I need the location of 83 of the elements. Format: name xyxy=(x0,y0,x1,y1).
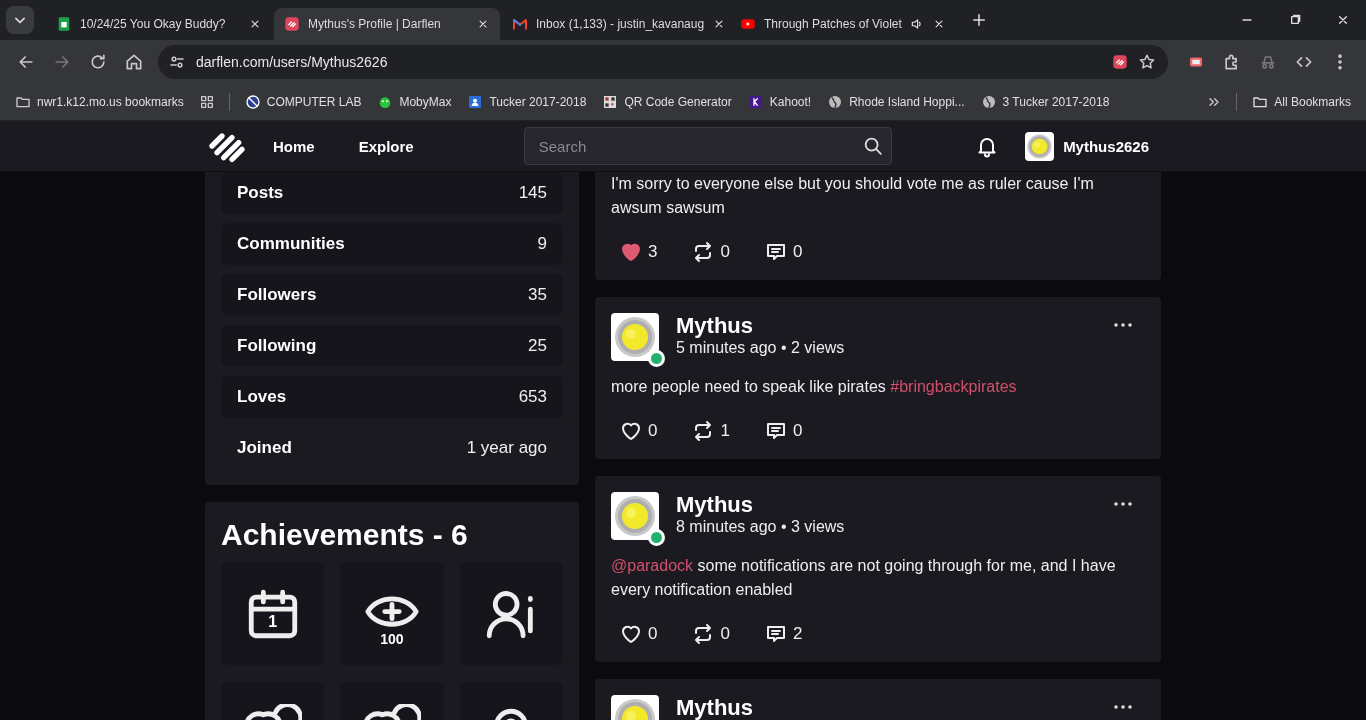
url-text: darflen.com/users/Mythus2626 xyxy=(196,54,388,70)
stat-value: 1 year ago xyxy=(466,438,547,458)
star-icon[interactable] xyxy=(1138,53,1156,71)
author-name[interactable]: Mythus xyxy=(676,313,845,339)
bookmark[interactable]: Tucker 2017-2018 xyxy=(460,90,594,114)
stat-row[interactable]: Followers 35 xyxy=(221,274,563,316)
folder-icon xyxy=(15,94,31,110)
bookmark[interactable]: Kahoot! xyxy=(740,90,819,114)
browser-tab[interactable]: Mythus's Profile | Darflen xyxy=(274,8,500,40)
bookmark[interactable]: nwr1.k12.mo.us bookmarks xyxy=(8,90,191,114)
badge-number: 1 xyxy=(268,612,278,631)
person-icon xyxy=(467,94,484,110)
repost-button[interactable]: 0 xyxy=(691,622,730,646)
stat-label: Followers xyxy=(237,285,317,305)
site-settings-icon[interactable] xyxy=(168,53,186,71)
like-button[interactable]: 3 xyxy=(619,240,658,264)
post-meta: 5 minutes ago • 2 views xyxy=(676,339,845,357)
stat-label: Joined xyxy=(237,438,292,458)
badge-number: 100 xyxy=(380,630,404,647)
achievement-tile[interactable]: 1 xyxy=(221,562,325,665)
post-text: more people need to speak like pirates #bringbackpirates xyxy=(611,377,1018,397)
repost-button[interactable]: 0 xyxy=(691,240,730,264)
bookmark[interactable]: 3 Tucker 2017-2018 xyxy=(973,90,1117,114)
stat-value: 35 xyxy=(528,285,547,305)
folder-icon xyxy=(1252,94,1269,110)
globe-icon xyxy=(827,94,844,110)
section-heading: Achievements - 6 xyxy=(221,518,469,552)
speaker-icon[interactable] xyxy=(910,17,924,31)
mention-link[interactable]: @paradock xyxy=(611,557,694,574)
logo-icon xyxy=(284,16,300,32)
browser-tab[interactable]: Through Patches of Violet xyxy=(730,8,956,40)
achievement-tile[interactable]: 100 xyxy=(340,562,444,665)
k-icon xyxy=(747,94,764,110)
tab-title: 10/24/25 You Okay Buddy? xyxy=(80,17,227,31)
comment-button[interactable]: 0 xyxy=(763,419,803,443)
comment-button[interactable]: 0 xyxy=(763,240,803,264)
post-meta: 8 minutes ago • 3 views xyxy=(676,518,845,536)
stat-value: 25 xyxy=(528,336,547,356)
stat-label: Following xyxy=(237,336,317,356)
stat-row[interactable]: Communities 9 xyxy=(221,223,563,265)
like-button[interactable]: 0 xyxy=(619,622,658,646)
bookmark-folder[interactable]: All Bookmarks xyxy=(1245,90,1358,114)
repost-button[interactable]: 1 xyxy=(691,419,730,443)
nav-link[interactable]: Home xyxy=(273,137,315,155)
author-name[interactable]: Mythus xyxy=(676,695,753,720)
search-field[interactable]: Search xyxy=(523,127,892,165)
hashtag-link[interactable]: #bringbackpirates xyxy=(890,378,1017,395)
stat-row[interactable]: Posts 145 xyxy=(221,172,563,214)
address-bar[interactable]: darflen.com/users/Mythus2626 xyxy=(158,45,1168,79)
nav-link[interactable]: Explore xyxy=(358,137,414,155)
prohibited-icon xyxy=(244,94,261,110)
username[interactable]: Mythus2626 xyxy=(1063,137,1149,155)
logo-icon xyxy=(1112,54,1128,70)
stat-label: Loves xyxy=(237,387,287,407)
bookmark[interactable]: COMPUTER LAB xyxy=(237,90,369,114)
comment-button[interactable]: 2 xyxy=(763,622,803,646)
bookmark[interactable]: MobyMax xyxy=(370,90,459,114)
tab-title: Through Patches of Violet xyxy=(764,17,902,31)
stat-value: 653 xyxy=(518,387,547,407)
globe-icon xyxy=(980,94,997,110)
achievement-tile[interactable] xyxy=(459,562,563,665)
stat-value: 9 xyxy=(537,234,547,254)
post-text: I'm sorry to everyone else but you should vote me as ruler cause I'm awsum sawsum xyxy=(611,174,1095,218)
play-icon xyxy=(740,16,756,32)
grid-icon xyxy=(602,94,619,110)
sheet-icon xyxy=(56,16,72,32)
stat-label: Communities xyxy=(237,234,345,254)
like-button[interactable]: 0 xyxy=(619,419,658,443)
tab-list-button[interactable] xyxy=(6,6,34,34)
browser-tab[interactable]: Inbox (1,133) - justin_kavanaug xyxy=(502,8,728,40)
bookmark[interactable]: QR Code Generator xyxy=(595,90,739,114)
stat-value: 145 xyxy=(518,183,547,203)
new-tab-icon[interactable] xyxy=(970,11,988,29)
bookmark[interactable]: Rhode Island Hoppi... xyxy=(820,90,972,114)
stat-label: Posts xyxy=(237,183,284,203)
mail-icon xyxy=(512,16,528,32)
tab-title: Mythus's Profile | Darflen xyxy=(308,17,442,31)
post-text: @paradock some notifications are not going through for me, and I have every notification enabled xyxy=(611,556,1117,600)
stat-row[interactable]: Following 25 xyxy=(221,325,563,367)
stat-row[interactable]: Loves 653 xyxy=(221,376,563,418)
tab-title: Inbox (1,133) - justin_kavanaug xyxy=(536,17,705,31)
author-name[interactable]: Mythus xyxy=(676,492,845,518)
browser-tab[interactable]: 10/24/25 You Okay Buddy? xyxy=(46,8,272,40)
